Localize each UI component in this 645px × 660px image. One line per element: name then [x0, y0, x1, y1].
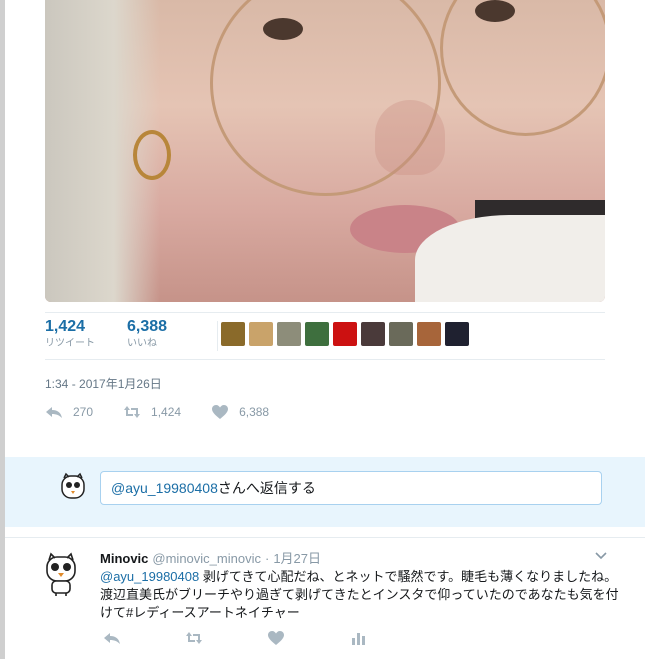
reply-icon — [104, 633, 120, 644]
stats-divider — [217, 321, 218, 351]
photo-glasses-lens-right — [440, 0, 605, 136]
reply-tweet[interactable]: Minovic @minovic_minovic · 1月27日 @ayu_19980… — [5, 537, 645, 660]
tweet-actions: 270 1,424 6,388 — [45, 404, 299, 420]
like-action[interactable]: 6,388 — [211, 404, 269, 420]
liker-avatar[interactable] — [417, 322, 441, 346]
liker-avatar[interactable] — [277, 322, 301, 346]
liker-avatar[interactable] — [333, 322, 357, 346]
retweet-label: リツイート — [45, 338, 95, 349]
retweet-stat[interactable]: 1,424 リツイート — [45, 317, 95, 351]
reply-analytics-action[interactable] — [349, 630, 431, 651]
liker-avatar[interactable] — [445, 322, 469, 346]
liker-avatar[interactable] — [249, 322, 273, 346]
liker-avatar[interactable] — [361, 322, 385, 346]
heart-icon — [212, 405, 229, 419]
reply-icon — [46, 407, 62, 418]
chevron-down-icon[interactable] — [595, 552, 607, 560]
retweet-action[interactable]: 1,424 — [123, 404, 181, 420]
reply-input[interactable]: @ayu_19980408さんへ返信する — [100, 471, 602, 505]
photo-nose — [375, 100, 445, 175]
retweet-action-count: 1,424 — [151, 405, 182, 419]
reply-reply-action[interactable] — [103, 630, 185, 651]
like-count: 6,388 — [127, 318, 168, 335]
reply-composer: @ayu_19980408さんへ返信する — [5, 457, 645, 527]
reply-action[interactable]: 270 — [45, 404, 93, 420]
reply-author-avatar[interactable] — [43, 551, 79, 597]
like-stat[interactable]: 6,388 いいね — [127, 317, 167, 351]
reply-author-name[interactable]: Minovic — [100, 551, 148, 566]
liker-avatar[interactable] — [221, 322, 245, 346]
reply-header: Minovic @minovic_minovic · 1月27日 — [100, 548, 321, 567]
like-label: いいね — [127, 338, 157, 349]
retweet-count: 1,424 — [45, 318, 86, 335]
tweet-photo[interactable] — [45, 0, 605, 302]
reply-text-mention[interactable]: @ayu_19980408 — [100, 569, 199, 584]
reply-placeholder: さんへ返信する — [217, 480, 316, 496]
reply-text: @ayu_19980408 剥げてきて心配だね、とネットで騒然です。睫毛も薄くな… — [100, 568, 624, 622]
main-tweet: 1,424 リツイート 6,388 いいね 1:34 - 2017年1月26日 … — [5, 0, 645, 457]
analytics-icon — [352, 633, 365, 645]
reply-like-action[interactable] — [267, 630, 349, 651]
retweet-icon — [186, 632, 202, 644]
liker-avatar[interactable] — [305, 322, 329, 346]
reply-retweet-action[interactable] — [185, 630, 267, 651]
heart-icon — [268, 631, 284, 645]
like-action-count: 6,388 — [239, 405, 270, 419]
photo-earring — [133, 130, 171, 180]
liker-avatar[interactable] — [389, 322, 413, 346]
reply-actions — [103, 630, 431, 651]
tweet-stats: 1,424 リツイート 6,388 いいね — [45, 312, 605, 360]
retweet-icon — [124, 406, 141, 418]
tweet-timestamp: 1:34 - 2017年1月26日 — [45, 377, 162, 391]
reply-time[interactable]: 1月27日 — [273, 551, 321, 566]
header-dot: · — [264, 551, 270, 566]
reply-mention: @ayu_19980408 — [111, 480, 218, 496]
liker-avatars — [221, 322, 469, 346]
reply-author-handle[interactable]: @minovic_minovic — [152, 551, 261, 566]
photo-fur — [415, 215, 605, 302]
reply-count: 270 — [73, 405, 94, 419]
user-avatar — [61, 472, 85, 499]
